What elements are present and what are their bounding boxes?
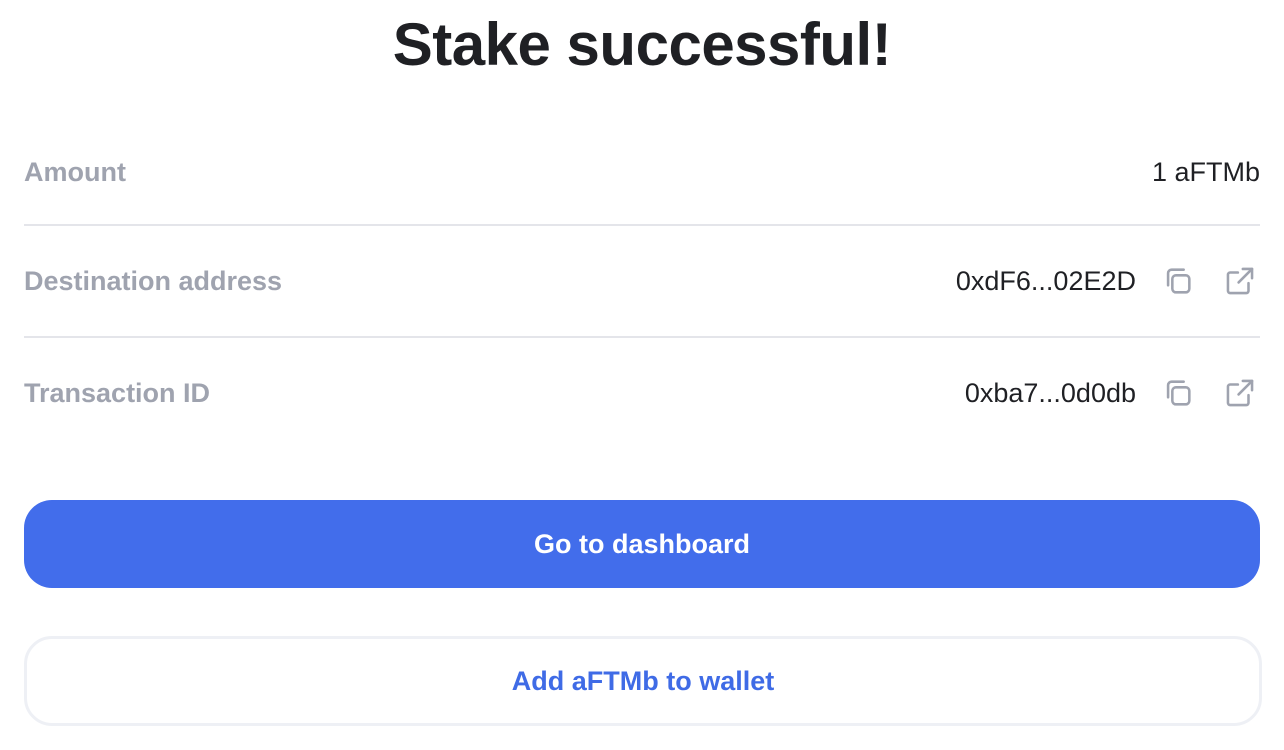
amount-row: Amount 1 aFTMb (24, 120, 1260, 226)
open-destination-button[interactable] (1220, 261, 1260, 301)
copy-destination-button[interactable] (1158, 261, 1198, 301)
stake-details: Amount 1 aFTMb Destination address 0xdF6… (24, 120, 1260, 448)
amount-value: 1 aFTMb (1151, 156, 1260, 187)
destination-value-group: 0xdF6...02E2D (956, 261, 1260, 301)
destination-value: 0xdF6...02E2D (955, 265, 1136, 296)
transaction-value: 0xba7...0d0db (964, 377, 1136, 408)
destination-row: Destination address 0xdF6...02E2D (24, 226, 1260, 338)
transaction-label: Transaction ID (24, 377, 211, 408)
add-token-to-wallet-button[interactable]: Add aFTMb to wallet (24, 636, 1262, 726)
go-to-dashboard-button[interactable]: Go to dashboard (24, 500, 1260, 588)
copy-icon (1166, 268, 1191, 294)
amount-value-group: 1 aFTMb (1152, 157, 1260, 188)
copy-transaction-button[interactable] (1158, 373, 1198, 413)
open-transaction-button[interactable] (1220, 373, 1260, 413)
copy-icon (1166, 380, 1191, 406)
transaction-value-group: 0xba7...0d0db (965, 373, 1260, 413)
amount-label: Amount (24, 156, 126, 187)
external-link-icon (1226, 267, 1254, 295)
external-link-icon (1226, 379, 1254, 407)
transaction-row: Transaction ID 0xba7...0d0db (24, 338, 1260, 448)
destination-label: Destination address (24, 265, 283, 296)
page-title: Stake successful! (392, 11, 892, 78)
